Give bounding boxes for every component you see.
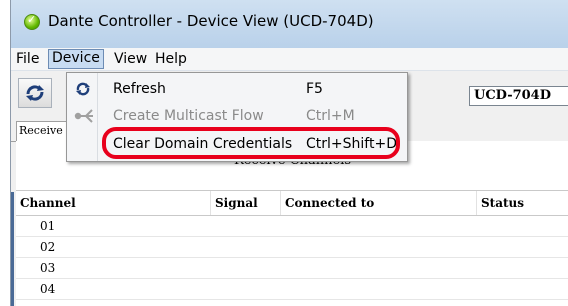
- menu-item-create-multicast-flow[interactable]: Create Multicast Flow Ctrl+M: [67, 105, 407, 127]
- dante-logo-icon: [24, 13, 40, 30]
- menu-item-shortcut: F5: [306, 81, 323, 97]
- menu-item-label: Create Multicast Flow: [113, 108, 264, 124]
- col-channel[interactable]: Channel: [16, 191, 211, 215]
- menu-file[interactable]: File: [13, 50, 42, 68]
- refresh-icon: [73, 80, 93, 98]
- menu-bar: File Device View Help: [11, 48, 568, 71]
- title-bar: Dante Controller - Device View (UCD-704D…: [11, 0, 568, 48]
- channel-rows: 01 02 03 04: [16, 216, 568, 300]
- col-signal[interactable]: Signal: [211, 191, 281, 215]
- table-row[interactable]: 02: [16, 237, 568, 258]
- menu-item-label: Clear Domain Credentials: [113, 136, 293, 152]
- menu-item-shortcut: Ctrl+M: [306, 108, 355, 124]
- col-connected-to[interactable]: Connected to: [281, 191, 477, 215]
- menu-item-clear-domain-credentials[interactable]: Clear Domain Credentials Ctrl+Shift+D: [67, 133, 407, 155]
- menu-device[interactable]: Device: [48, 49, 104, 69]
- refresh-button[interactable]: [18, 78, 52, 108]
- menu-item-refresh[interactable]: Refresh F5: [67, 78, 407, 100]
- table-row[interactable]: 04: [16, 279, 568, 300]
- device-select[interactable]: UCD-704D: [469, 86, 568, 106]
- col-status[interactable]: Status: [477, 191, 568, 215]
- menu-help[interactable]: Help: [152, 50, 190, 68]
- refresh-icon: [26, 85, 44, 101]
- table-row[interactable]: 01: [16, 216, 568, 237]
- window-title: Dante Controller - Device View (UCD-704D…: [48, 12, 374, 30]
- menu-item-shortcut: Ctrl+Shift+D: [306, 136, 397, 152]
- menu-item-label: Refresh: [113, 81, 166, 97]
- window-edge: [11, 192, 14, 306]
- menu-view[interactable]: View: [111, 50, 150, 68]
- device-menu: Refresh F5 Create Multicast Flow Ctrl+M …: [66, 72, 408, 162]
- receive-panel: Receive Channels Channel Signal Connecte…: [16, 141, 568, 306]
- multicast-icon: [73, 107, 93, 125]
- table-row[interactable]: 03: [16, 258, 568, 279]
- grid-header: Channel Signal Connected to Status: [16, 190, 568, 216]
